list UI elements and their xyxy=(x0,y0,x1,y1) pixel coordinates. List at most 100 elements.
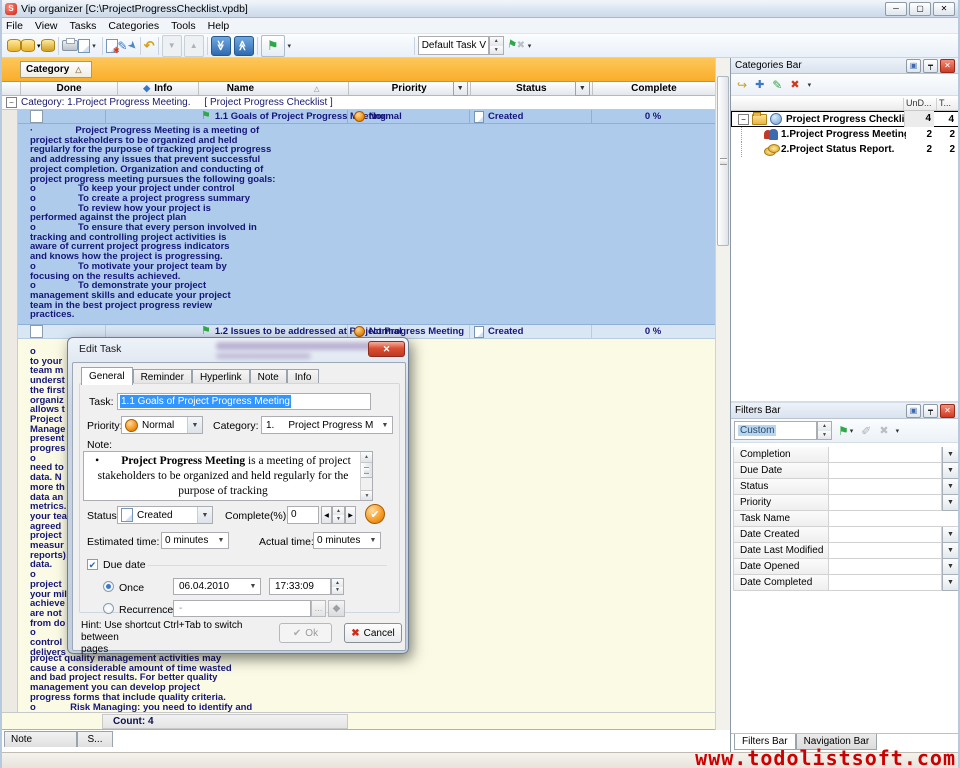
view-options-dropdown-icon[interactable]: ▾ xyxy=(525,36,534,56)
filter-status-dropdown-icon[interactable]: ▼ xyxy=(942,479,959,495)
task-row-1[interactable]: ⚑ 1.1 Goals of Project Progress Meeting … xyxy=(18,110,715,124)
new-task-icon[interactable]: ✱ xyxy=(106,36,118,56)
move-up-icon[interactable]: ▲ xyxy=(184,35,204,57)
menu-tools[interactable]: Tools xyxy=(171,20,196,32)
undo-icon[interactable]: ↶ xyxy=(144,36,155,56)
task-input[interactable]: 1.1 Goals of Project Progress Meeting xyxy=(117,393,371,410)
ok-button[interactable]: ✔Ok xyxy=(279,623,332,643)
tree-collapse-icon[interactable]: − xyxy=(738,114,749,125)
category-combo-arrow-icon[interactable]: ▼ xyxy=(378,417,392,433)
col-done[interactable]: Done xyxy=(21,82,118,95)
recurrence-radio[interactable] xyxy=(103,603,114,614)
actual-time-combo[interactable]: 0 minutes ▼ xyxy=(313,532,381,549)
filter-priority-dropdown-icon[interactable]: ▼ xyxy=(942,495,959,511)
collapse-all-icon[interactable]: ≫ xyxy=(234,36,254,56)
estimated-combo-arrow-icon[interactable]: ▼ xyxy=(214,533,228,548)
edit-category-icon[interactable]: ✎ xyxy=(772,78,782,92)
once-date-combo[interactable]: 06.04.2010 ▼ xyxy=(173,578,261,595)
recurrence-browse-button[interactable]: … xyxy=(311,600,326,617)
complete-step-right-icon[interactable]: ▶ xyxy=(345,506,356,524)
tab-s[interactable]: S... xyxy=(77,731,113,747)
print-options-dropdown-icon[interactable]: ▾ xyxy=(90,36,99,56)
once-time-spinner[interactable]: ▲▼ xyxy=(331,578,344,595)
filter-date-modified-dropdown-icon[interactable]: ▼ xyxy=(942,543,959,559)
actual-combo-arrow-icon[interactable]: ▼ xyxy=(366,533,380,548)
filter-row-task-name[interactable]: Task Name xyxy=(733,511,959,527)
complete-spinner[interactable]: ▲▼ xyxy=(332,506,345,524)
filter-date-completed-dropdown-icon[interactable]: ▼ xyxy=(942,575,959,591)
category-combo[interactable]: 1. Project Progress M ▼ xyxy=(261,416,393,434)
open-database-icon[interactable] xyxy=(7,36,21,56)
note-scrollbar[interactable]: ▲ ▼ xyxy=(360,452,372,500)
print-icon[interactable] xyxy=(62,36,78,56)
filter-due-date-dropdown-icon[interactable]: ▼ xyxy=(942,463,959,479)
priority-filter-dropdown-icon[interactable]: ▼ xyxy=(453,81,468,96)
filter-row-date-completed[interactable]: Date Completed▼ xyxy=(733,575,959,591)
maximize-button[interactable]: ▢ xyxy=(909,2,931,16)
once-date-arrow-icon[interactable]: ▼ xyxy=(246,579,260,594)
complete-step-left-icon[interactable]: ◀ xyxy=(321,506,332,524)
print-preview-icon[interactable] xyxy=(78,36,90,56)
grid-vertical-scrollbar[interactable] xyxy=(715,58,730,730)
apply-view-icon[interactable]: ⚑ xyxy=(507,36,517,56)
collapse-icon[interactable]: − xyxy=(6,97,17,108)
col-total[interactable]: T... xyxy=(937,98,959,110)
note-box[interactable]: •Project Progress Meeting is a meeting o… xyxy=(83,451,373,501)
tree-row-checklist[interactable]: − Project Progress Checklist 4 4 xyxy=(731,111,959,127)
estimated-time-combo[interactable]: 0 minutes ▼ xyxy=(161,532,229,549)
task2-done-checkbox[interactable] xyxy=(30,325,43,338)
clear-filter-icon[interactable]: ✐ xyxy=(861,424,871,438)
menu-file[interactable]: File xyxy=(6,20,23,32)
priority-combo-arrow-icon[interactable]: ▼ xyxy=(187,417,202,433)
priority-combo[interactable]: Normal ▼ xyxy=(121,416,203,434)
tree-row-category1[interactable]: 1.Project Progress Meeting. 2 2 xyxy=(731,127,959,142)
filters-pin-icon[interactable]: ┯ xyxy=(923,404,938,418)
categories-close-icon[interactable]: ✕ xyxy=(940,59,955,73)
col-priority[interactable]: Priority ▼ xyxy=(349,82,471,95)
complete-input[interactable]: 0 xyxy=(287,506,319,524)
due-date-checkbox[interactable]: ✔ xyxy=(87,559,98,570)
filter-row-date-created[interactable]: Date Created▼ xyxy=(733,527,959,543)
clear-view-icon[interactable]: ✖ xyxy=(517,36,525,56)
save-database-icon[interactable] xyxy=(41,36,55,56)
tree-row-category2[interactable]: 2.Project Status Report. 2 2 xyxy=(731,142,959,157)
move-down-icon[interactable]: ▼ xyxy=(162,35,182,57)
filters-restore-icon[interactable]: ▣ xyxy=(906,404,921,418)
col-complete[interactable]: Complete xyxy=(593,82,715,95)
delete-task-icon[interactable]: ➤ xyxy=(128,36,137,56)
complete-done-icon[interactable]: ✔ xyxy=(365,504,385,524)
tab-filters-bar[interactable]: Filters Bar xyxy=(734,734,796,750)
filter-row-date-modified[interactable]: Date Last Modified▼ xyxy=(733,543,959,559)
status-filter-dropdown-icon[interactable]: ▼ xyxy=(575,81,590,96)
categories-restore-icon[interactable]: ▣ xyxy=(906,59,921,73)
status-combo-arrow-icon[interactable]: ▼ xyxy=(197,507,212,523)
categories-pin-icon[interactable]: ┯ xyxy=(923,59,938,73)
expand-all-icon[interactable]: ≫ xyxy=(211,36,231,56)
recent-database-icon[interactable]: ▾ xyxy=(21,36,41,56)
group-by-chip[interactable]: Category △ xyxy=(20,61,92,78)
menu-tasks[interactable]: Tasks xyxy=(70,20,97,32)
menu-categories[interactable]: Categories xyxy=(108,20,159,32)
filter-row-status[interactable]: Status▼ xyxy=(733,479,959,495)
task1-done-checkbox[interactable] xyxy=(30,110,43,123)
filters-toolbar-dropdown-icon[interactable]: ▾ xyxy=(896,427,900,435)
apply-filter-dropdown-icon[interactable]: ▾ xyxy=(850,427,854,435)
col-undone[interactable]: UnD... xyxy=(904,98,937,110)
close-button[interactable]: ✕ xyxy=(933,2,955,16)
filter-preset-spinner[interactable]: ▲▼ xyxy=(817,421,832,440)
filter-preset-combo[interactable]: Custom xyxy=(734,421,817,440)
flag-dropdown-icon[interactable]: ▾ xyxy=(285,36,294,56)
filter-date-created-dropdown-icon[interactable]: ▼ xyxy=(942,527,959,543)
once-time-input[interactable]: 17:33:09 xyxy=(269,578,331,595)
category-group-row[interactable]: − Category: 1.Project Progress Meeting. … xyxy=(2,96,715,110)
filter-completion-dropdown-icon[interactable]: ▼ xyxy=(942,447,959,463)
filter-row-priority[interactable]: Priority▼ xyxy=(733,495,959,511)
dialog-tab-general[interactable]: General xyxy=(81,367,133,385)
menu-view[interactable]: View xyxy=(35,20,58,32)
filters-close-icon[interactable]: ✕ xyxy=(940,404,955,418)
apply-filter-icon[interactable]: ⚑ xyxy=(838,424,849,438)
task-view-combo[interactable]: Default Task V xyxy=(418,36,489,55)
flag-filter-icon[interactable]: ⚑ xyxy=(261,35,285,57)
once-radio[interactable] xyxy=(103,581,114,592)
filter-row-date-opened[interactable]: Date Opened▼ xyxy=(733,559,959,575)
